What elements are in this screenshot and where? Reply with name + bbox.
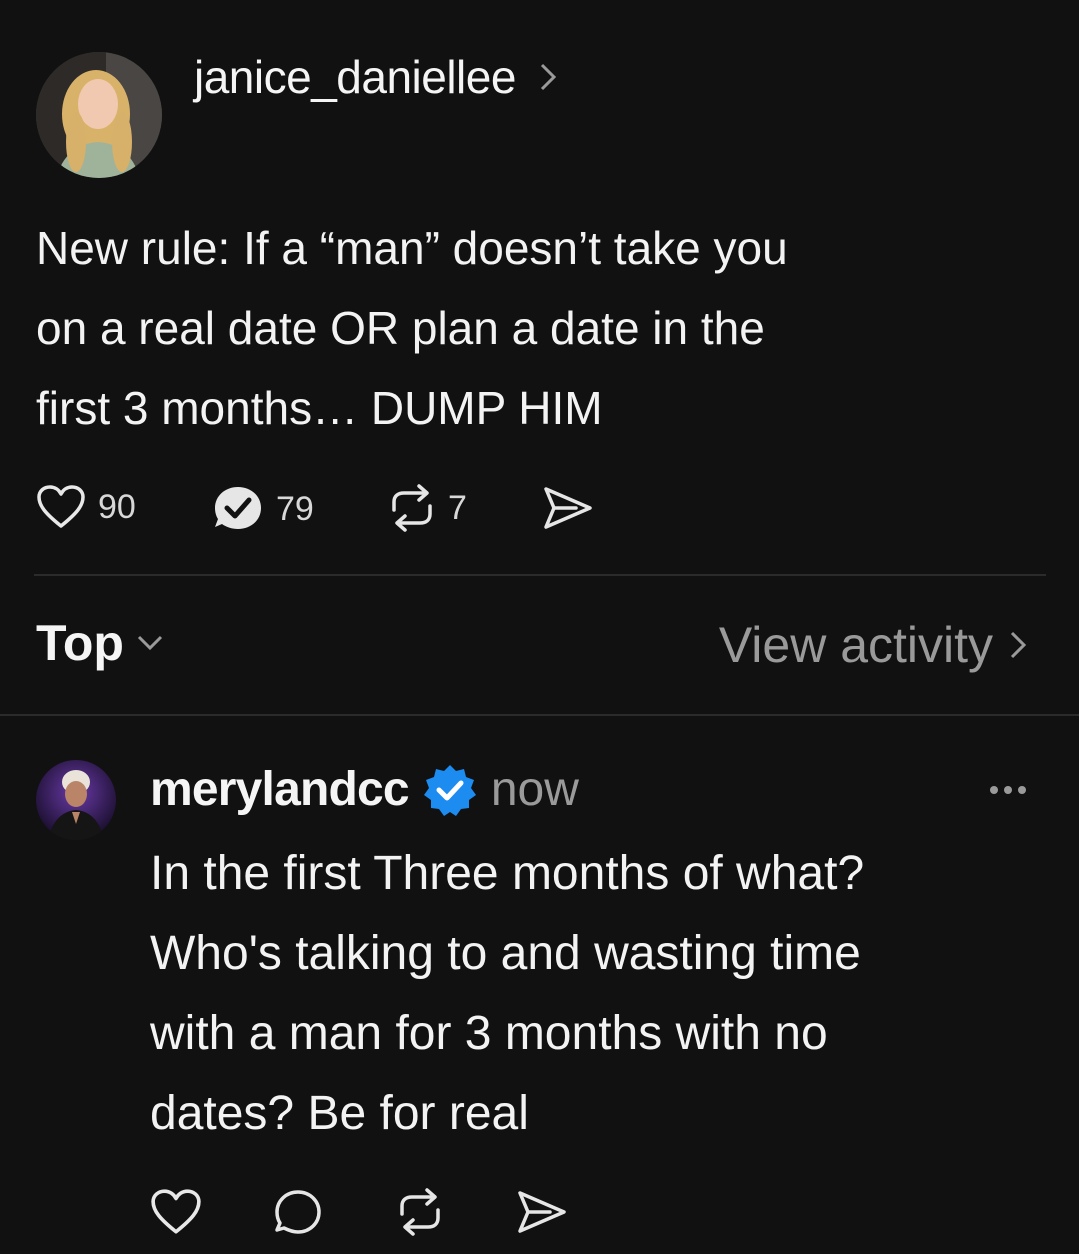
like-button[interactable]: 90 <box>36 484 136 530</box>
repost-icon <box>386 484 438 532</box>
repost-count: 7 <box>448 488 467 527</box>
post-text-line: New rule: If a “man” doesn’t take you <box>36 222 788 274</box>
send-icon <box>540 484 594 532</box>
reply-action-bar <box>150 1188 590 1240</box>
heart-icon <box>36 484 86 530</box>
reply-timestamp: now <box>490 763 579 816</box>
view-activity-label: View activity <box>718 617 993 673</box>
more-dots-icon <box>984 780 1032 800</box>
chevron-right-icon <box>538 62 558 92</box>
view-activity-link[interactable]: View activity <box>719 616 1027 674</box>
reply-repost-button[interactable] <box>394 1188 446 1236</box>
reply-text-line: with a man for 3 months with no <box>150 1007 828 1060</box>
reply-share-button[interactable] <box>514 1188 568 1236</box>
more-options-button[interactable] <box>984 780 1032 800</box>
comment-bubble-icon <box>272 1188 324 1238</box>
heart-icon <box>150 1188 202 1236</box>
post-action-bar: 90 79 7 <box>36 484 656 534</box>
reply-count: 79 <box>276 489 314 528</box>
reply-text: In the first Three months of what? Who's… <box>150 834 1050 1154</box>
post-text-line: first 3 months… DUMP HIM <box>36 382 603 434</box>
replied-bubble-icon <box>212 484 264 534</box>
chevron-down-icon <box>136 634 164 652</box>
section-divider <box>0 714 1079 716</box>
post-author-name: janice_daniellee <box>194 51 516 103</box>
reply-author-name[interactable]: merylandcc <box>150 762 410 817</box>
reply-text-line: Who's talking to and wasting time <box>150 927 861 980</box>
reply-author-avatar[interactable] <box>36 760 116 840</box>
reply-button[interactable]: 79 <box>212 484 314 534</box>
reply-text-line: dates? Be for real <box>150 1087 529 1140</box>
verified-badge-icon <box>423 763 477 817</box>
repost-icon <box>394 1188 446 1236</box>
repost-button[interactable]: 7 <box>386 484 467 532</box>
chevron-right-icon <box>1009 630 1027 660</box>
sort-dropdown[interactable]: Top <box>36 614 164 672</box>
send-icon <box>514 1188 568 1236</box>
share-button[interactable] <box>540 484 594 532</box>
post-author-link[interactable]: janice_daniellee <box>194 50 558 104</box>
sort-label: Top <box>36 615 124 671</box>
reply-comment-button[interactable] <box>272 1188 324 1238</box>
author-avatar[interactable] <box>36 52 162 178</box>
post-divider <box>34 574 1046 576</box>
like-count: 90 <box>98 487 136 526</box>
reply-like-button[interactable] <box>150 1188 202 1236</box>
post-text-line: on a real date OR plan a date in the <box>36 302 765 354</box>
post-text: New rule: If a “man” doesn’t take you on… <box>36 208 1046 448</box>
reply-header: merylandcc now <box>150 762 579 817</box>
reply-text-line: In the first Three months of what? <box>150 847 865 900</box>
